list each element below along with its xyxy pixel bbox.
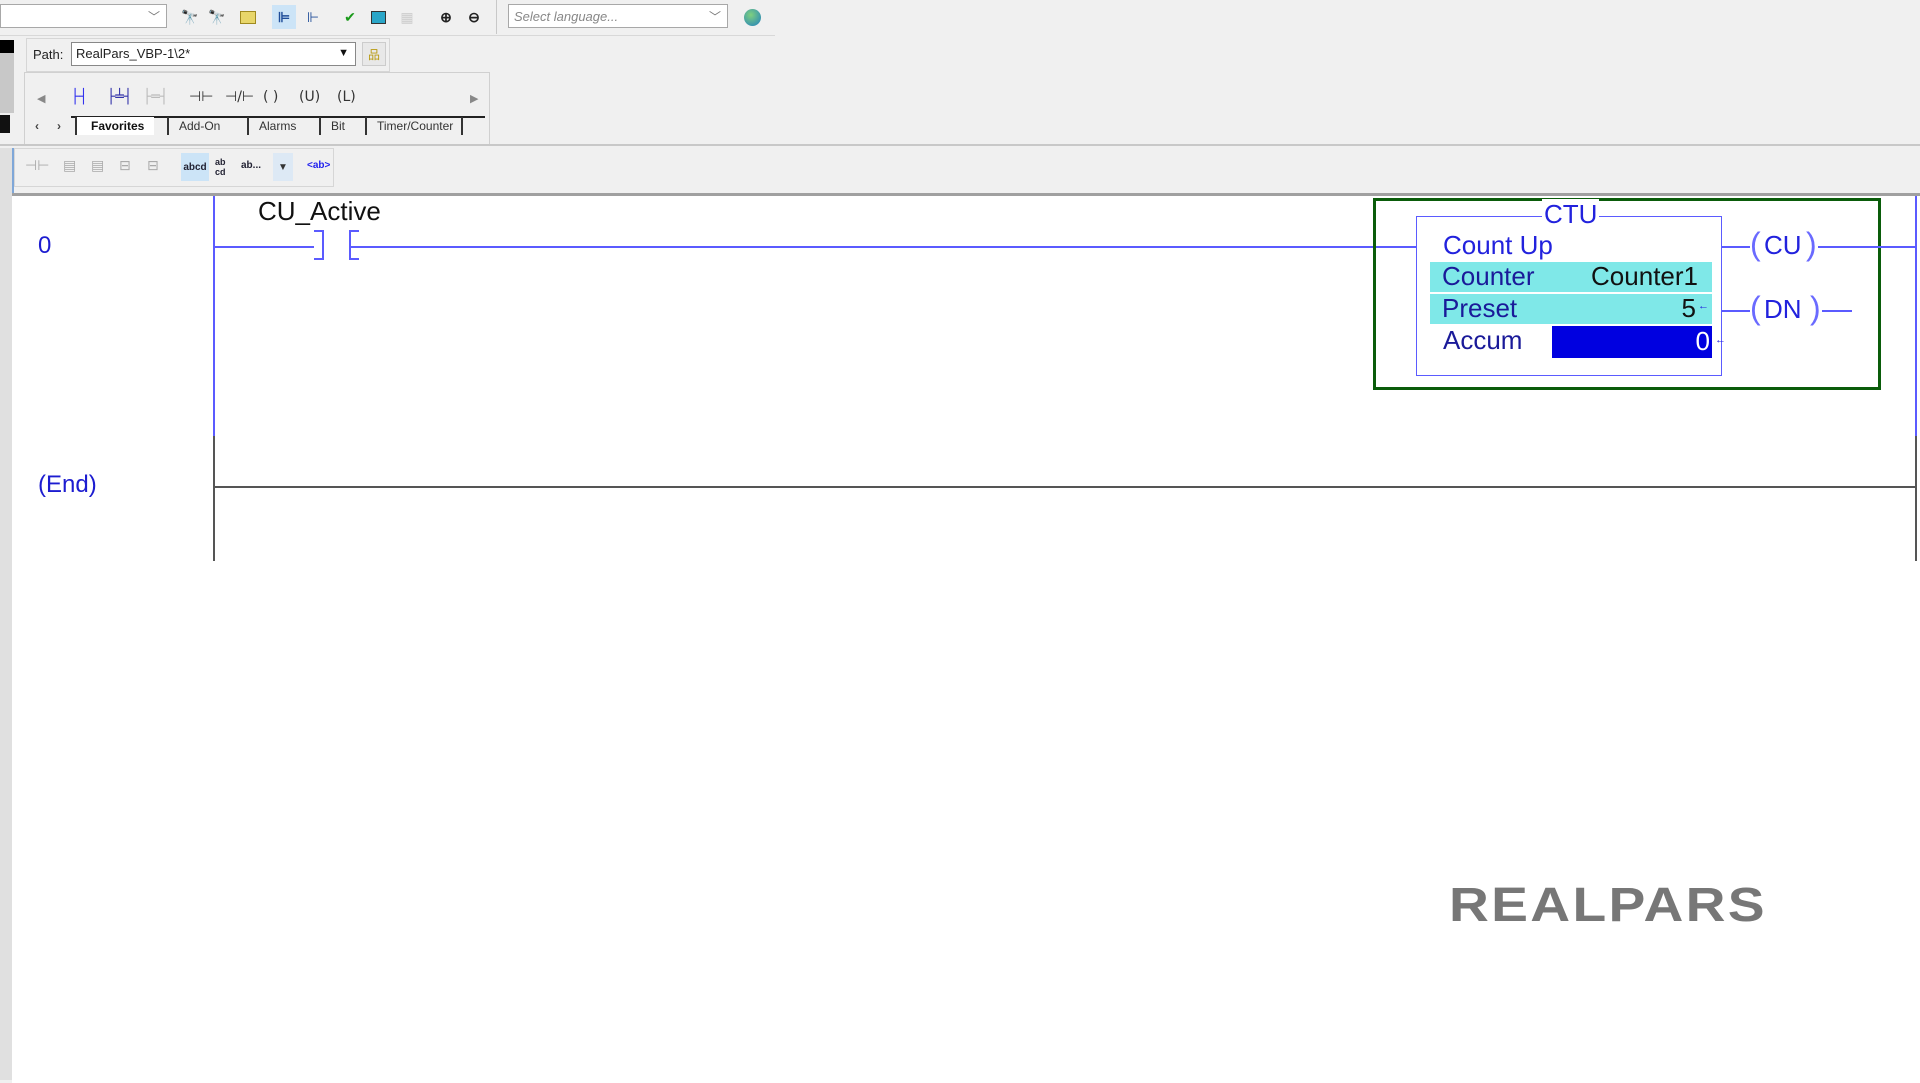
accum-param-field[interactable]: 0 [1552,326,1712,358]
rung-wire [1818,246,1916,248]
xio-contact-icon[interactable]: ⊣/⊢ [225,89,254,105]
zoom-out-icon[interactable]: ⊖ [462,5,486,29]
browse-logic-icon[interactable] [236,5,260,29]
chevron-down-icon: ﹀ [147,10,160,24]
accum-param-label: Accum [1443,325,1523,355]
dn-coil-left-paren: ( [1750,290,1761,326]
verify-routine-icon[interactable]: ✔ [338,5,362,29]
path-value: RealPars_VBP-1\2* [76,46,191,61]
branch-icon[interactable]: ├╧┤ [107,89,132,105]
end-rung-wire [214,486,1916,488]
value-arrow-icon: ← [1715,334,1726,346]
import-icon[interactable]: ⊟ [147,158,159,174]
find-previous-icon[interactable]: 🔭 [178,5,202,29]
tab-scroll-right-icon[interactable]: › [57,117,61,135]
cu-output-label[interactable]: CU [1764,230,1802,261]
tab-scroll-left-icon[interactable]: ‹ [35,117,39,135]
tab-add-on[interactable]: Add-On [167,117,226,135]
description-toggle-button[interactable]: <ab> [307,160,330,171]
xic-contact-right-bracket[interactable] [349,230,359,260]
right-power-rail-end [1915,436,1917,561]
xic-contact-icon[interactable]: ⊣⊢ [189,89,213,105]
routine-combo[interactable]: ﹀ [0,4,167,28]
preset-param-label: Preset [1442,293,1518,323]
zoom-in-icon[interactable]: ⊕ [434,5,458,29]
otl-coil-icon[interactable]: (L) [337,89,356,105]
realpars-watermark-logo: REALPARS [1449,879,1767,932]
instruction-palette: ◀ ├┤ ├╧┤ ├═┤ ⊣⊢ ⊣/⊢ ( ) (U) (L) ▶ ‹ › Fa… [24,72,490,145]
dn-output-label[interactable]: DN [1764,294,1802,325]
counter-param-row[interactable]: Counter Counter1 [1430,261,1712,292]
tree-view-icon[interactable]: ⊫ [272,5,296,29]
rung-wire [351,246,1416,248]
counter-param-value[interactable]: Counter1 [1591,261,1698,292]
contact-tag-label[interactable]: CU_Active [258,196,381,227]
divider [0,144,1920,146]
language-placeholder: Select language... [514,9,619,24]
right-power-rail [1915,196,1917,436]
language-globe-icon[interactable] [740,5,764,29]
tree-branch-icon[interactable]: ⊩ [301,5,325,29]
tab-timer-counter[interactable]: Timer/Counter [365,117,464,135]
preset-param-row[interactable]: Preset 5 ← [1430,293,1712,324]
toolbar-separator [496,0,497,34]
ote-coil-icon[interactable]: ( ) [263,89,278,105]
path-bar: Path: RealPars_VBP-1\2* ▼ 品 [26,38,390,72]
window-edge-marker [0,40,14,53]
verify-controller-icon[interactable] [366,5,390,29]
tab-alarms[interactable]: Alarms [247,117,302,135]
display-toolbar: ⊣⊢ ▤ ▤ ⊟ ⊟ abcd ab cd ab... ▼ <ab> [14,148,334,187]
rung-wire [214,246,314,248]
end-rung-label[interactable]: (End) [38,471,97,499]
preset-param-value[interactable]: 5 [1682,293,1696,324]
ladder-editor[interactable]: 0 CU_Active CTU Count Up Counter Counter… [12,193,1920,1083]
path-label: Path: [33,47,64,62]
paste-rung-icon[interactable]: ▤ [91,158,104,174]
network-who-active-button[interactable]: 品 [362,42,386,66]
path-combo[interactable]: RealPars_VBP-1\2* ▼ [71,42,356,66]
ctu-mnemonic[interactable]: CTU [1542,199,1600,230]
insert-rung-icon[interactable]: ⊣⊢ [25,158,49,174]
main-toolbar: ﹀ 🔭 🔭 ⊫ ⊩ ✔ ▦ ⊕ ⊖ Select language... ﹀ [0,0,775,36]
window-edge-marker [0,115,10,133]
chevron-down-icon: ﹀ [708,10,721,24]
tag-wrap-mode-button[interactable]: ab cd [215,157,233,177]
network-tree-icon: 品 [367,47,380,62]
xic-contact-left-bracket[interactable] [314,230,324,260]
dn-coil-right-paren: ) [1810,290,1821,326]
rung-wire [1822,310,1852,312]
value-arrow-icon: ← [1698,300,1709,312]
grid-icon[interactable]: ▦ [395,5,419,29]
export-icon[interactable]: ⊟ [119,158,131,174]
cu-output-wire [1722,246,1750,248]
tag-mode-dropdown-icon[interactable]: ▼ [273,153,293,181]
find-next-icon[interactable]: 🔭 [205,5,229,29]
palette-scroll-left-icon[interactable]: ◀ [37,92,45,105]
rung-icon[interactable]: ├┤ [71,89,88,105]
accum-param-value: 0 [1695,326,1710,356]
left-power-rail-end [213,436,215,561]
window-edge-panel [0,53,14,113]
language-select[interactable]: Select language... ﹀ [508,4,728,28]
dn-output-wire [1722,310,1750,312]
rung-number[interactable]: 0 [38,232,51,260]
palette-scroll-right-icon[interactable]: ▶ [470,92,478,105]
ctu-title: Count Up [1443,230,1553,260]
otu-coil-icon[interactable]: (U) [299,89,320,105]
tag-full-mode-button[interactable]: abcd [181,153,209,181]
cu-coil-left-paren: ( [1750,226,1761,262]
tag-truncate-mode-button[interactable]: ab... [241,160,261,171]
tab-bit[interactable]: Bit [319,117,351,135]
copy-rung-icon[interactable]: ▤ [63,158,76,174]
branch-level-icon[interactable]: ├═┤ [143,89,168,105]
dropdown-arrow-icon: ▼ [338,47,349,59]
tab-favorites[interactable]: Favorites [75,117,155,135]
left-power-rail [213,196,215,436]
counter-param-label: Counter [1442,261,1535,291]
cu-coil-right-paren: ) [1806,226,1817,262]
